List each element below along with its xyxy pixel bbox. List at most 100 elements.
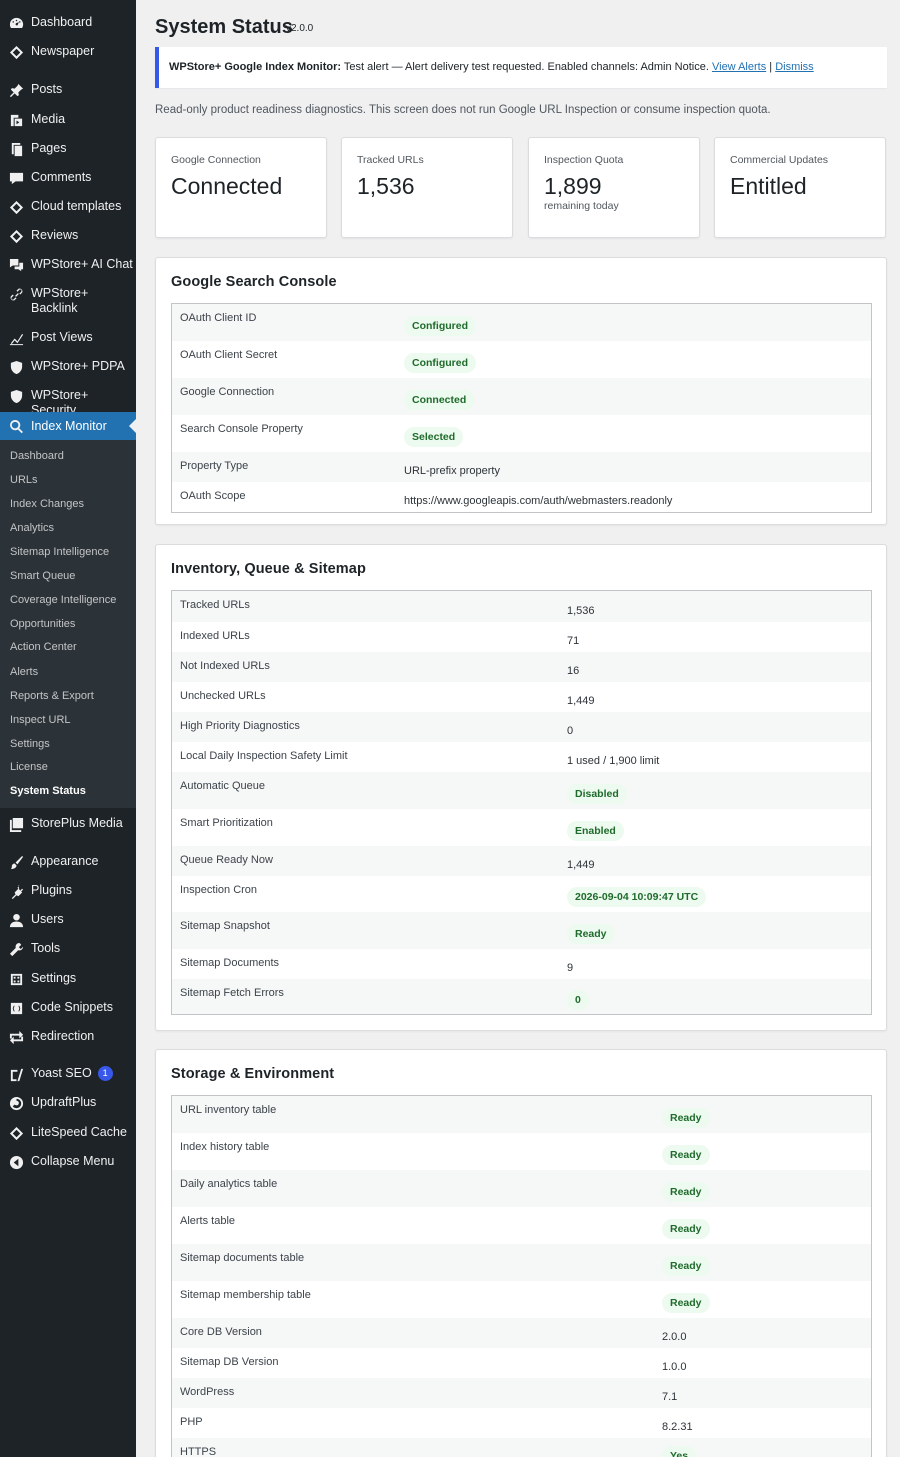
submenu-item-system-status[interactable]: System Status bbox=[10, 785, 86, 798]
table-row: High Priority Diagnostics 0 bbox=[172, 712, 871, 742]
sidebar-item-settings[interactable]: Settings bbox=[0, 971, 136, 987]
submenu-item-analytics[interactable]: Analytics bbox=[10, 522, 54, 535]
dismiss-link[interactable]: Dismiss bbox=[775, 61, 814, 73]
table-row: Sitemap Fetch Errors 0 bbox=[172, 979, 871, 1014]
row-label: High Priority Diagnostics bbox=[180, 720, 300, 732]
stat-value: Entitled bbox=[730, 173, 807, 199]
status-badge: Ready bbox=[567, 923, 615, 944]
row-value: https://www.googleapis.com/auth/webmaste… bbox=[404, 495, 673, 507]
table-row: Inspection Cron 2026-09-04 10:09:47 UTC bbox=[172, 876, 871, 912]
sidebar-item-label: WPStore+ AI Chat bbox=[31, 257, 133, 271]
sidebar-item-media[interactable]: Media bbox=[0, 112, 136, 128]
submenu-item-sitemap-intelligence[interactable]: Sitemap Intelligence bbox=[10, 546, 109, 559]
table-row: Sitemap documents table Ready bbox=[172, 1244, 871, 1281]
table-row: Indexed URLs 71 bbox=[172, 622, 871, 652]
sidebar-item-pages[interactable]: Pages bbox=[0, 141, 136, 157]
status-badge: Ready bbox=[662, 1218, 710, 1239]
status-badge: Selected bbox=[404, 426, 464, 447]
sidebar-item-yoast-seo[interactable]: Yoast SEO 1 bbox=[0, 1066, 136, 1082]
notification-badge: 1 bbox=[97, 1066, 113, 1081]
table-row: OAuth Client ID Configured bbox=[172, 304, 871, 341]
status-badge: Enabled bbox=[567, 820, 624, 841]
row-label: Sitemap Snapshot bbox=[180, 920, 270, 932]
row-label: Sitemap DB Version bbox=[180, 1356, 279, 1368]
row-label: Automatic Queue bbox=[180, 780, 265, 792]
row-label: Index history table bbox=[180, 1141, 270, 1153]
yoast-icon bbox=[8, 1066, 24, 1082]
status-table: OAuth Client ID Configured OAuth Client Se… bbox=[171, 303, 872, 513]
submenu-item-dashboard[interactable]: Dashboard bbox=[10, 450, 64, 463]
submenu-item-alerts[interactable]: Alerts bbox=[10, 666, 38, 679]
table-row: Index history table Ready bbox=[172, 1133, 871, 1170]
sidebar-item-index-monitor[interactable]: Index Monitor bbox=[0, 412, 136, 440]
sidebar-item-plugins[interactable]: Plugins bbox=[0, 883, 136, 899]
sidebar-item-label: StorePlus Media bbox=[31, 816, 123, 830]
row-label: Unchecked URLs bbox=[180, 690, 266, 702]
row-value: 2.0.0 bbox=[662, 1331, 687, 1343]
version-label: v2.0.0 bbox=[286, 23, 314, 34]
row-label: Not Indexed URLs bbox=[180, 660, 270, 672]
status-badge: 0 bbox=[567, 989, 589, 1010]
sidebar-item-wpstore-pdpa[interactable]: WPStore+ PDPA bbox=[0, 359, 136, 375]
submenu-item-license[interactable]: License bbox=[10, 761, 48, 774]
sidebar-item-wpstore-backlink[interactable]: WPStore+ Backlink bbox=[0, 286, 136, 316]
sidebar-item-label: Dashboard bbox=[31, 15, 93, 29]
sidebar-item-cloud-templates[interactable]: Cloud templates bbox=[0, 199, 136, 215]
sidebar-item-label: Tools bbox=[31, 941, 61, 955]
sidebar-item-redirection[interactable]: Redirection bbox=[0, 1029, 136, 1045]
sidebar-item-label: WPStore+ PDPA bbox=[31, 359, 125, 373]
admin-sidebar: Dashboard Newspaper Posts Media Pages Comment… bbox=[0, 0, 136, 1457]
view-alerts-link[interactable]: View Alerts bbox=[712, 61, 766, 73]
table-row: Property Type URL-prefix property bbox=[172, 452, 871, 482]
comment-icon bbox=[8, 170, 24, 186]
row-label: Core DB Version bbox=[180, 1326, 262, 1338]
stat-card-inspection-quota: Inspection Quota 1,899 remaining today bbox=[528, 137, 700, 238]
sidebar-item-code-snippets[interactable]: Code Snippets bbox=[0, 1000, 136, 1016]
sidebar-item-storeplus-media[interactable]: StorePlus Media bbox=[0, 816, 136, 832]
table-row: Smart Prioritization Enabled bbox=[172, 809, 871, 846]
sidebar-item-label: UpdraftPlus bbox=[31, 1095, 97, 1109]
submenu-item-urls[interactable]: URLs bbox=[10, 474, 38, 487]
sidebar-item-reviews[interactable]: Reviews bbox=[0, 228, 136, 244]
sidebar-item-comments[interactable]: Comments bbox=[0, 170, 136, 186]
sidebar-item-post-views[interactable]: Post Views bbox=[0, 330, 136, 346]
sidebar-item-updraftplus[interactable]: UpdraftPlus bbox=[0, 1095, 136, 1111]
sidebar-item-label: Code Snippets bbox=[31, 1000, 114, 1014]
stat-note: remaining today bbox=[544, 200, 619, 212]
sidebar-item-posts[interactable]: Posts bbox=[0, 82, 136, 98]
sidebar-item-users[interactable]: Users bbox=[0, 912, 136, 928]
row-label: URL inventory table bbox=[180, 1104, 277, 1116]
submenu-item-action-center[interactable]: Action Center bbox=[10, 641, 77, 654]
sidebar-item-newspaper[interactable]: Newspaper bbox=[0, 44, 136, 60]
sidebar-item-label: Cloud templates bbox=[31, 199, 122, 213]
sidebar-item-wpstore-ai-chat[interactable]: WPStore+ AI Chat bbox=[0, 257, 136, 273]
status-badge: Yes bbox=[662, 1446, 697, 1457]
wrench-icon bbox=[8, 941, 24, 957]
sidebar-item-litespeed-cache[interactable]: LiteSpeed Cache bbox=[0, 1125, 136, 1141]
submenu-item-reports-export[interactable]: Reports & Export bbox=[10, 690, 94, 703]
table-row: OAuth Client Secret Configured bbox=[172, 341, 871, 378]
sidebar-item-label: Plugins bbox=[31, 883, 72, 897]
sidebar-item-collapse-menu[interactable]: Collapse Menu bbox=[0, 1154, 136, 1170]
search-icon bbox=[8, 418, 24, 434]
table-row: Sitemap membership table Ready bbox=[172, 1281, 871, 1318]
sidebar-item-appearance[interactable]: Appearance bbox=[0, 854, 136, 870]
submenu-item-index-changes[interactable]: Index Changes bbox=[10, 498, 84, 511]
submenu-item-opportunities[interactable]: Opportunities bbox=[10, 618, 75, 631]
submenu-item-coverage-intelligence[interactable]: Coverage Intelligence bbox=[10, 594, 116, 607]
diamond-icon bbox=[8, 228, 24, 244]
stat-value: 1,536 bbox=[357, 173, 415, 199]
table-row: Not Indexed URLs 16 bbox=[172, 652, 871, 682]
sidebar-item-tools[interactable]: Tools bbox=[0, 941, 136, 957]
row-value: 1 used / 1,900 limit bbox=[567, 755, 660, 767]
submenu-item-smart-queue[interactable]: Smart Queue bbox=[10, 570, 75, 583]
user-icon bbox=[8, 912, 24, 928]
submenu-item-inspect-url[interactable]: Inspect URL bbox=[10, 714, 71, 727]
row-value: 16 bbox=[567, 665, 580, 677]
row-label: Inspection Cron bbox=[180, 884, 258, 896]
sidebar-item-dashboard[interactable]: Dashboard bbox=[0, 15, 136, 31]
table-row: OAuth Scope https://www.googleapis.com/au… bbox=[172, 482, 871, 512]
row-value: URL-prefix property bbox=[404, 465, 500, 477]
submenu-item-settings[interactable]: Settings bbox=[10, 738, 50, 751]
panel-title: Storage & Environment bbox=[171, 1066, 335, 1082]
